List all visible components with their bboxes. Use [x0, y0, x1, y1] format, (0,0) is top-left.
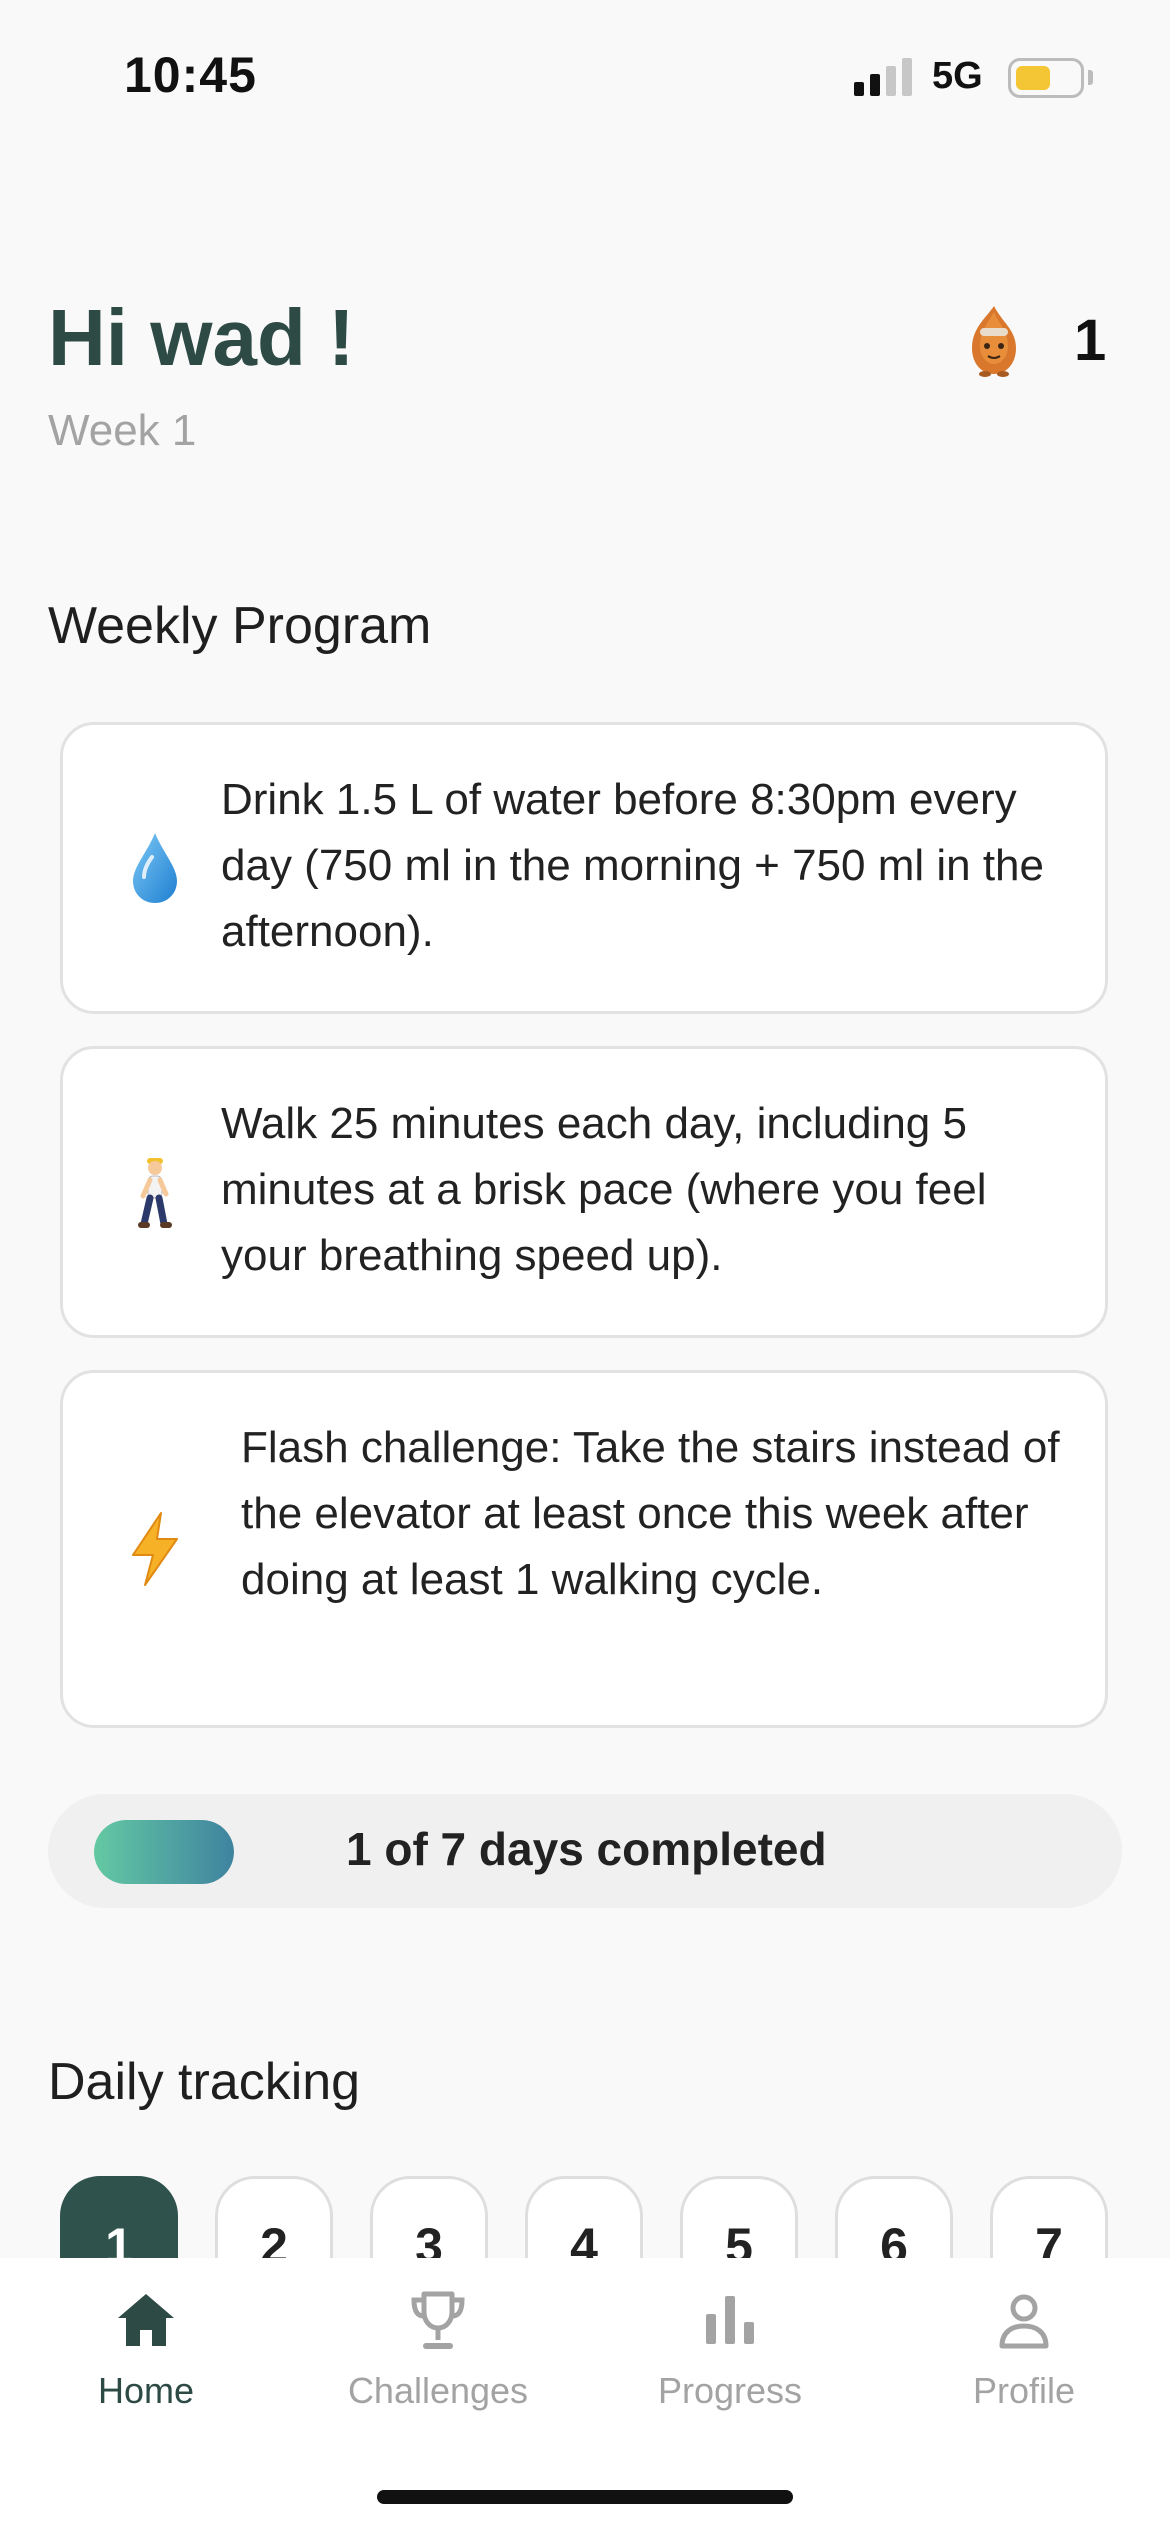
status-bar: 10:45 5G — [0, 0, 1170, 150]
daily-tracking-title: Daily tracking — [48, 2053, 361, 2111]
trophy-icon — [411, 2291, 465, 2349]
tab-progress[interactable]: Progress — [620, 2288, 840, 2412]
network-label: 5G — [932, 55, 983, 97]
week-label: Week 1 — [48, 406, 197, 455]
points-counter[interactable]: 1 — [962, 302, 1106, 378]
program-card-text: Drink 1.5 L of water before 8:30pm every… — [221, 775, 1045, 956]
progress-label: 1 of 7 days completed — [346, 1823, 827, 1875]
tab-label: Profile — [972, 2370, 1076, 2411]
person-icon — [999, 2294, 1049, 2349]
battery-icon — [1008, 58, 1084, 98]
program-card-text: Walk 25 minutes each day, including 5 mi… — [221, 1099, 987, 1280]
tab-label: Challenges — [347, 2370, 529, 2411]
weekly-progress: 1 of 7 days completed — [48, 1794, 1122, 1908]
status-time: 10:45 — [124, 47, 257, 103]
bar-chart-icon — [706, 2296, 754, 2344]
program-card-flash-challenge[interactable]: Flash challenge: Take the stairs instead… — [60, 1370, 1108, 1728]
tab-profile[interactable]: Profile — [914, 2288, 1134, 2412]
app-screen: 10:45 5G Hi wad ! Week 1 1 Weekly Progra… — [0, 0, 1170, 2532]
battery-cap — [1088, 70, 1093, 85]
battery-level — [1016, 66, 1050, 90]
program-card-walk[interactable]: Walk 25 minutes each day, including 5 mi… — [60, 1046, 1108, 1338]
walking-person-icon — [115, 1152, 195, 1232]
points-value: 1 — [1074, 307, 1107, 373]
weekly-program-title: Weekly Program — [48, 597, 432, 655]
water-drop-icon — [115, 828, 195, 908]
program-card-text: Flash challenge: Take the stairs instead… — [241, 1423, 1060, 1604]
tab-home[interactable]: Home — [36, 2288, 256, 2412]
progress-bar-fill — [94, 1820, 234, 1884]
mascot-icon — [972, 306, 1016, 377]
cellular-signal-icon — [854, 58, 914, 96]
program-card-water[interactable]: Drink 1.5 L of water before 8:30pm every… — [60, 722, 1108, 1014]
home-icon — [118, 2294, 174, 2346]
greeting-title: Hi wad ! — [48, 293, 355, 382]
tab-label: Progress — [657, 2370, 803, 2411]
lightning-icon — [115, 1509, 195, 1589]
tab-challenges[interactable]: Challenges — [328, 2288, 548, 2412]
tab-label: Home — [97, 2370, 195, 2411]
home-indicator — [377, 2490, 793, 2504]
progress-bar — [94, 1820, 234, 1884]
